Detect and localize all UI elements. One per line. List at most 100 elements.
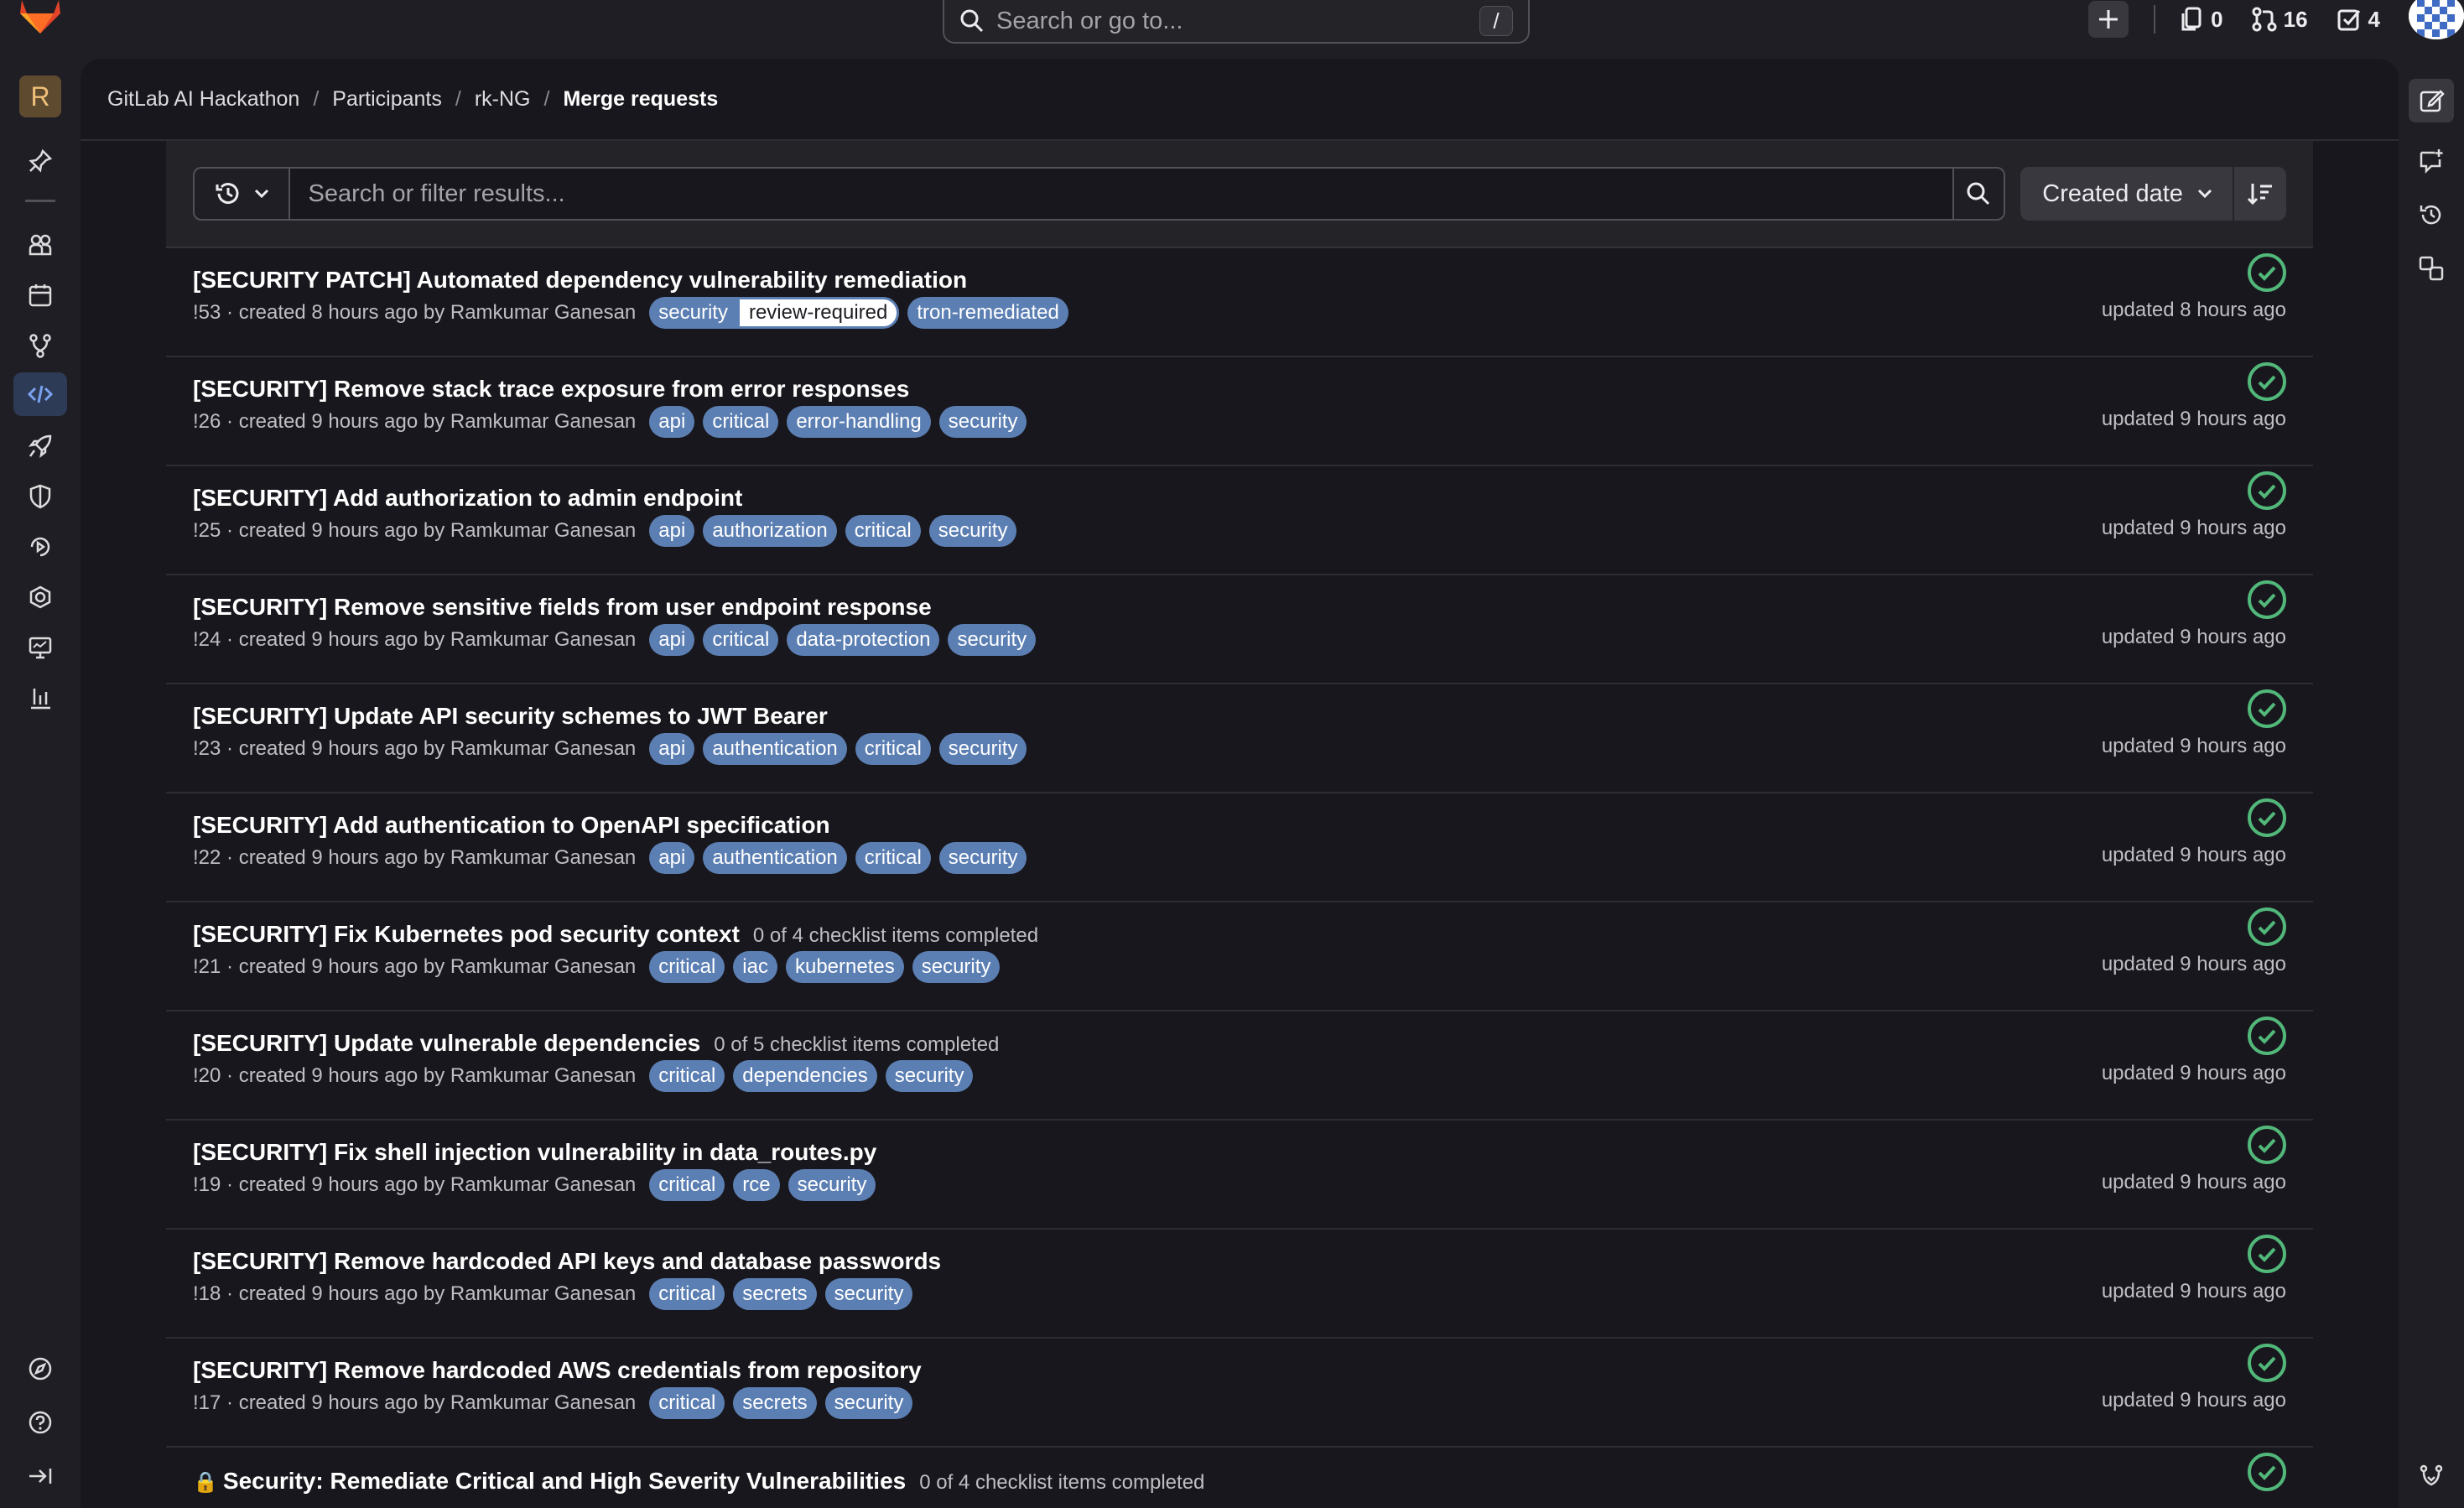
merge-requests-button[interactable]: 16 [2252, 7, 2308, 33]
label-pill[interactable]: data-protection [787, 624, 940, 656]
explore-icon[interactable] [13, 1347, 67, 1391]
label-pill[interactable]: critical [855, 733, 931, 765]
label-pill[interactable]: security [938, 842, 1027, 874]
scoped-label[interactable]: security review-required [649, 297, 900, 329]
breadcrumb-subgroup[interactable]: Participants [332, 87, 442, 112]
deploy-icon[interactable] [13, 525, 67, 569]
edit-icon[interactable] [2409, 79, 2454, 122]
pipeline-passed-icon[interactable] [2246, 1233, 2288, 1275]
label-pill[interactable]: security [928, 515, 1017, 547]
mr-title[interactable]: [SECURITY] Remove hardcoded AWS credenti… [193, 1357, 922, 1384]
label-pill[interactable]: security [912, 951, 1001, 983]
label-pill[interactable]: review-required [736, 297, 900, 329]
merge-request-row[interactable]: 🔒 Security: Remediate Critical and High … [166, 1448, 2313, 1508]
sort-dropdown[interactable]: Created date [2020, 167, 2233, 221]
compare-icon[interactable] [2409, 247, 2454, 290]
pipeline-passed-icon[interactable] [2246, 470, 2288, 512]
add-comment-icon[interactable] [2409, 139, 2454, 183]
label-pill[interactable]: api [649, 624, 695, 656]
label-pill[interactable]: kubernetes [785, 951, 904, 983]
rocket-icon[interactable] [13, 424, 67, 468]
global-search-button[interactable]: Search or go to... / [943, 0, 1530, 44]
label-pill[interactable]: iac [733, 951, 777, 983]
project-avatar[interactable]: R [19, 75, 61, 117]
mr-title[interactable]: [SECURITY] Add authorization to admin en… [193, 485, 742, 512]
label-pill[interactable]: error-handling [787, 406, 931, 438]
label-pill[interactable]: api [649, 842, 695, 874]
label-pill[interactable]: security [788, 1169, 876, 1201]
monitor-icon[interactable] [13, 626, 67, 669]
mr-title[interactable]: [SECURITY] Remove stack trace exposure f… [193, 376, 909, 403]
merge-request-row[interactable]: [SECURITY] Add authentication to OpenAPI… [166, 793, 2313, 902]
operate-icon[interactable] [13, 575, 67, 619]
label-pill[interactable]: security [649, 297, 737, 329]
label-pill[interactable]: critical [703, 624, 779, 656]
label-pill[interactable]: authorization [703, 515, 837, 547]
code-branch-icon[interactable] [13, 324, 67, 367]
merge-request-row[interactable]: [SECURITY] Update API security schemes t… [166, 684, 2313, 793]
pin-icon[interactable] [13, 139, 67, 183]
merge-request-row[interactable]: [SECURITY PATCH] Automated dependency vu… [166, 248, 2313, 357]
breadcrumb-current[interactable]: Merge requests [563, 87, 718, 112]
merge-request-row[interactable]: [SECURITY] Fix Kubernetes pod security c… [166, 902, 2313, 1011]
duo-assistant-icon[interactable] [2409, 1454, 2454, 1498]
merge-request-row[interactable]: [SECURITY] Fix shell injection vulnerabi… [166, 1121, 2313, 1230]
label-pill[interactable]: api [649, 733, 695, 765]
help-icon[interactable] [13, 1401, 67, 1444]
pipeline-passed-icon[interactable] [2246, 579, 2288, 621]
label-pill[interactable]: security [948, 624, 1037, 656]
label-pill[interactable]: secrets [733, 1387, 817, 1419]
breadcrumb-group[interactable]: GitLab AI Hackathon [107, 87, 299, 112]
label-pill[interactable]: dependencies [733, 1060, 877, 1092]
pipeline-passed-icon[interactable] [2246, 252, 2288, 294]
label-pill[interactable]: api [649, 515, 695, 547]
merge-request-row[interactable]: [SECURITY] Remove hardcoded AWS credenti… [166, 1339, 2313, 1448]
label-pill[interactable]: authentication [703, 733, 847, 765]
label-pill[interactable]: critical [703, 406, 779, 438]
label-pill[interactable]: critical [649, 951, 725, 983]
analytics-icon[interactable] [13, 676, 67, 720]
filter-search-input[interactable]: Search or filter results... [289, 167, 1954, 221]
pipeline-passed-icon[interactable] [2246, 1124, 2288, 1166]
pipeline-passed-icon[interactable] [2246, 1451, 2288, 1493]
pipeline-passed-icon[interactable] [2246, 1342, 2288, 1384]
pipeline-passed-icon[interactable] [2246, 1015, 2288, 1057]
recent-searches-dropdown[interactable] [193, 167, 290, 221]
mr-title[interactable]: [SECURITY] Update API security schemes t… [193, 703, 828, 730]
filter-search-button[interactable] [1953, 167, 2006, 221]
mr-title[interactable]: [SECURITY] Fix shell injection vulnerabi… [193, 1139, 876, 1166]
todos-button[interactable]: 4 [2337, 7, 2380, 33]
user-avatar[interactable] [2409, 0, 2464, 39]
assigned-issues-button[interactable]: 0 [2181, 7, 2223, 33]
mr-title[interactable]: [SECURITY] Add authentication to OpenAPI… [193, 812, 830, 839]
label-pill[interactable]: security [824, 1278, 913, 1310]
merge-request-row[interactable]: [SECURITY] Remove sensitive fields from … [166, 575, 2313, 684]
merge-request-row[interactable]: [SECURITY] Remove hardcoded API keys and… [166, 1230, 2313, 1339]
plan-icon[interactable] [13, 273, 67, 317]
pipeline-passed-icon[interactable] [2246, 361, 2288, 403]
pipeline-passed-icon[interactable] [2246, 797, 2288, 839]
mr-title[interactable]: [SECURITY] Update vulnerable dependencie… [193, 1030, 700, 1057]
collapse-sidebar-icon[interactable] [13, 1454, 67, 1498]
label-pill[interactable]: rce [733, 1169, 780, 1201]
manage-icon[interactable] [13, 223, 67, 267]
pipeline-passed-icon[interactable] [2246, 688, 2288, 730]
label-pill[interactable]: api [649, 406, 695, 438]
label-pill[interactable]: critical [855, 842, 931, 874]
pipeline-passed-icon[interactable] [2246, 906, 2288, 948]
label-pill[interactable]: critical [845, 515, 921, 547]
history-icon[interactable] [2409, 193, 2454, 237]
label-pill[interactable]: critical [649, 1387, 725, 1419]
shield-icon[interactable] [13, 475, 67, 518]
label-pill[interactable]: security [938, 406, 1027, 438]
label-pill[interactable]: tron-remediated [907, 297, 1068, 329]
mr-title[interactable]: [SECURITY PATCH] Automated dependency vu… [193, 267, 967, 294]
label-pill[interactable]: security [938, 733, 1027, 765]
mr-title[interactable]: [SECURITY] Fix Kubernetes pod security c… [193, 921, 740, 948]
create-new-button[interactable] [2088, 1, 2129, 38]
mr-title[interactable]: Security: Remediate Critical and High Se… [223, 1468, 906, 1495]
sort-direction-button[interactable] [2233, 167, 2286, 221]
label-pill[interactable]: security [885, 1060, 974, 1092]
mr-title[interactable]: [SECURITY] Remove sensitive fields from … [193, 594, 932, 621]
label-pill[interactable]: critical [649, 1060, 725, 1092]
